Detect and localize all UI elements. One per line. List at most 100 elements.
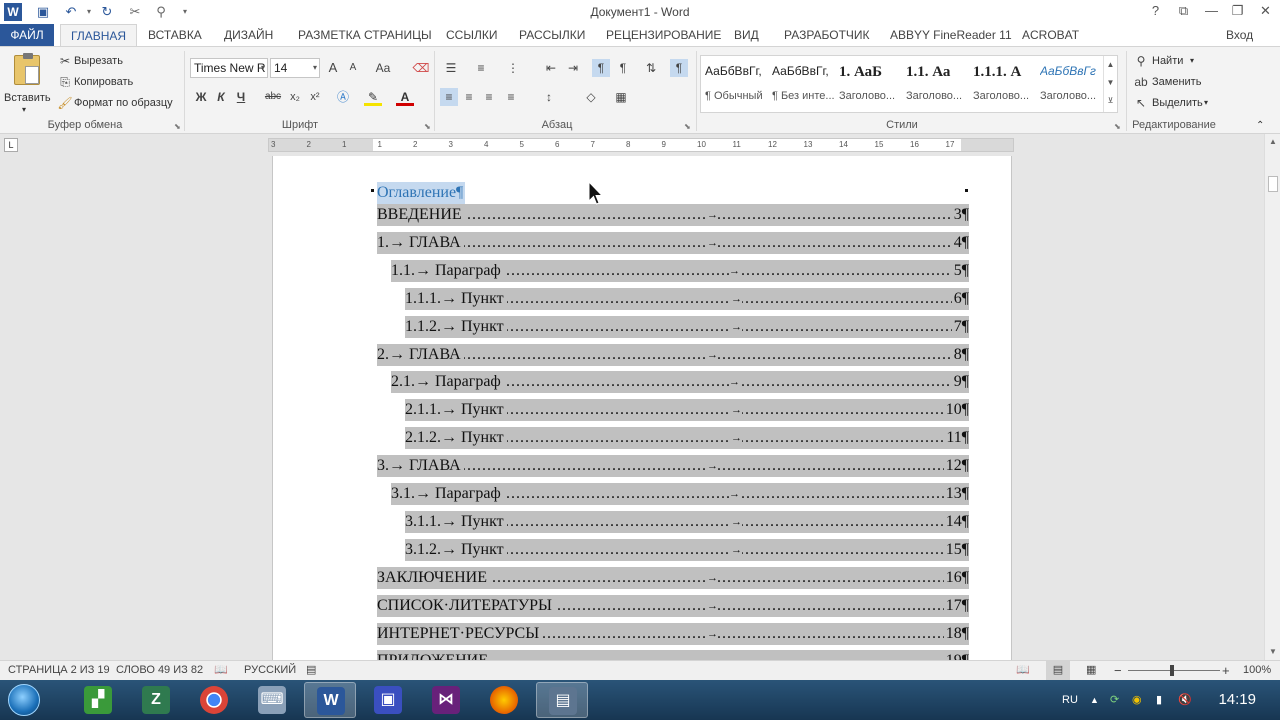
toc-entry[interactable]: ........................................…: [391, 371, 969, 394]
help-button[interactable]: ?: [1142, 0, 1169, 24]
align-left-icon[interactable]: ≡: [440, 88, 458, 106]
justify-icon[interactable]: ≡: [502, 88, 520, 106]
tray-expand-icon[interactable]: ▲: [1090, 680, 1099, 720]
clear-formatting-icon[interactable]: ⌫: [412, 59, 430, 77]
ribbon-display-options-button[interactable]: ⧉: [1170, 0, 1197, 24]
tab-page-layout[interactable]: РАЗМЕТКА СТРАНИЦЫ: [298, 24, 432, 46]
taskbar-tool-app[interactable]: Z: [130, 682, 182, 718]
subscript-button[interactable]: x₂: [286, 88, 304, 106]
tab-abbyy[interactable]: ABBYY FineReader 11: [890, 24, 1012, 46]
style-heading-4[interactable]: АаБбВвГг Заголово...: [1036, 56, 1103, 112]
font-size-combo[interactable]: 14 ▾: [270, 58, 320, 78]
chevron-up-icon[interactable]: ▲: [1104, 56, 1117, 74]
toc-entry[interactable]: ........................................…: [405, 287, 969, 310]
maximize-button[interactable]: ❐: [1224, 0, 1251, 24]
language-indicator[interactable]: РУССКИЙ: [244, 661, 296, 680]
scroll-down-icon[interactable]: ▼: [1265, 646, 1280, 658]
toc-entry[interactable]: ........................................…: [377, 455, 969, 478]
customize-qa-icon[interactable]: ▾: [174, 2, 196, 22]
proofing-icon[interactable]: 📖: [214, 661, 228, 680]
underline-button[interactable]: Ч: [232, 88, 250, 106]
line-spacing-icon[interactable]: ↕: [540, 88, 558, 106]
more-styles-icon[interactable]: ⊻: [1104, 92, 1117, 110]
align-right-icon[interactable]: ≡: [480, 88, 498, 106]
toc-entry[interactable]: ........................................…: [377, 204, 969, 226]
replace-button[interactable]: Заменить: [1152, 73, 1201, 91]
chevron-down-icon[interactable]: ▼: [1104, 74, 1117, 92]
show-marks-button[interactable]: ¶: [670, 59, 688, 77]
toc-entry[interactable]: ........................................…: [377, 566, 969, 589]
italic-button[interactable]: К: [212, 88, 230, 106]
redo-icon[interactable]: ↻: [96, 2, 118, 22]
zoom-in-button[interactable]: +: [1222, 661, 1230, 680]
toc-heading[interactable]: Оглавление¶: [377, 182, 466, 204]
select-button[interactable]: Выделить: [1152, 94, 1203, 112]
style-heading-2[interactable]: 1.1. Аа Заголово...: [902, 56, 969, 112]
bullets-icon[interactable]: ☰: [442, 59, 460, 77]
close-button[interactable]: ✕: [1252, 0, 1279, 24]
toc-entry[interactable]: ........................................…: [377, 231, 969, 254]
font-launcher-icon[interactable]: ⬊: [424, 122, 434, 132]
clipboard-launcher-icon[interactable]: ⬊: [174, 122, 184, 132]
toc-entry[interactable]: ........................................…: [377, 622, 969, 645]
zoom-out-button[interactable]: −: [1114, 661, 1122, 680]
touch-mode-icon[interactable]: ⚲: [150, 2, 172, 22]
font-color-icon[interactable]: A: [396, 88, 414, 106]
start-button[interactable]: [4, 681, 44, 719]
styles-scroll[interactable]: ▲ ▼ ⊻: [1103, 56, 1117, 112]
toc-entry[interactable]: ........................................…: [405, 427, 969, 450]
clock[interactable]: 14:19: [1218, 680, 1256, 720]
paragraph-launcher-icon[interactable]: ⬊: [684, 122, 694, 132]
scroll-thumb[interactable]: [1268, 176, 1278, 192]
tab-acrobat[interactable]: ACROBAT: [1022, 24, 1079, 46]
taskbar-vs-app[interactable]: ⋈: [420, 682, 472, 718]
tab-selector-icon[interactable]: L: [4, 138, 18, 152]
taskbar-keyboard-app[interactable]: ⌨: [246, 682, 298, 718]
toc-entry[interactable]: ........................................…: [377, 343, 969, 366]
numbering-icon[interactable]: ≡: [472, 59, 490, 77]
read-mode-icon[interactable]: 📖: [1016, 661, 1030, 680]
word-count[interactable]: СЛОВО 49 ИЗ 82: [116, 661, 203, 680]
style-normal[interactable]: АаБбВвГг, ¶ Обычный: [701, 56, 768, 112]
style-heading-3[interactable]: 1.1.1. А Заголово...: [969, 56, 1036, 112]
horizontal-ruler[interactable]: 3 2 1 1 2 3 4 5 6 7 8 9 10 11 12 13 14 15 16 17: [268, 138, 1014, 152]
borders-icon[interactable]: ▦: [612, 88, 630, 106]
increase-indent-icon[interactable]: ⇥: [564, 59, 582, 77]
rtl-text-icon[interactable]: ¶: [614, 59, 632, 77]
toc-entry[interactable]: ........................................…: [377, 594, 969, 617]
tab-mailings[interactable]: РАССЫЛКИ: [519, 24, 585, 46]
sign-in-link[interactable]: Вход: [1226, 24, 1253, 46]
toc-entry[interactable]: ........................................…: [405, 315, 969, 338]
cut-qa-icon[interactable]: ✂: [124, 2, 146, 22]
taskbar-save-app[interactable]: ▣: [362, 682, 414, 718]
taskbar-remote-app[interactable]: ▤: [536, 682, 588, 718]
tab-references[interactable]: ССЫЛКИ: [446, 24, 497, 46]
shrink-font-button[interactable]: A: [344, 59, 362, 77]
toc-entry[interactable]: ........................................…: [391, 483, 969, 505]
tab-file[interactable]: ФАЙЛ: [0, 24, 54, 46]
tray-sync-icon[interactable]: ⟳: [1110, 680, 1119, 720]
change-case-button[interactable]: Aa: [370, 59, 396, 77]
volume-icon[interactable]: 🔇: [1178, 680, 1192, 720]
page[interactable]: Оглавление¶ ............................…: [272, 156, 1012, 660]
web-layout-icon[interactable]: ▦: [1086, 661, 1096, 680]
toc-entry[interactable]: ........................................…: [405, 510, 969, 533]
style-no-spacing[interactable]: АаБбВвГг, ¶ Без инте...: [768, 56, 835, 112]
zoom-slider-thumb[interactable]: [1170, 665, 1174, 676]
tab-developer[interactable]: РАЗРАБОТЧИК: [784, 24, 870, 46]
input-language[interactable]: RU: [1062, 680, 1078, 720]
tray-app-icon[interactable]: ◉: [1132, 680, 1142, 720]
bold-button[interactable]: Ж: [192, 88, 210, 106]
toc-entry[interactable]: ........................................…: [391, 259, 969, 282]
taskbar-firefox-app[interactable]: [478, 682, 530, 718]
paste-button[interactable]: Вставить ▾: [4, 51, 51, 115]
grow-font-button[interactable]: A: [324, 59, 342, 77]
find-button[interactable]: Найти: [1152, 52, 1183, 70]
format-painter-button[interactable]: Формат по образцу: [74, 94, 173, 112]
strikethrough-button[interactable]: abc: [262, 88, 284, 106]
vertical-scrollbar[interactable]: ▲ ▼: [1264, 134, 1280, 660]
find-dropdown-icon[interactable]: ▾: [1190, 52, 1194, 70]
toc-entry[interactable]: ........................................…: [405, 399, 969, 422]
toc-entry[interactable]: ........................................…: [377, 650, 969, 660]
scroll-up-icon[interactable]: ▲: [1265, 136, 1280, 148]
